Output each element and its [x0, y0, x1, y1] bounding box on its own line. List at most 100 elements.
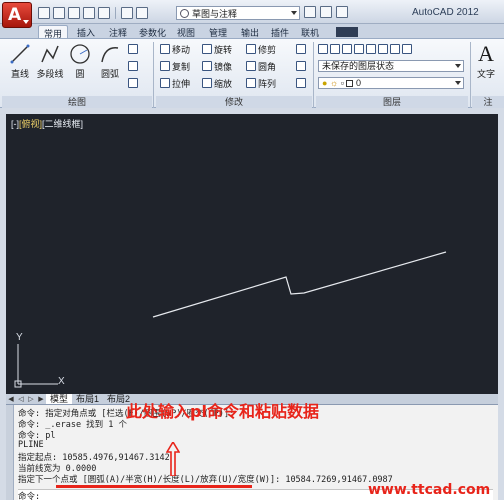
last-tab-arrow-icon[interactable]: ▶: [36, 394, 46, 404]
layer-freeze-icon[interactable]: [354, 44, 364, 54]
line-tool[interactable]: 直线: [6, 42, 34, 80]
chevron-down-icon: [455, 81, 461, 85]
open-file-icon[interactable]: [53, 7, 65, 19]
fillet-tool[interactable]: 圆角: [246, 60, 276, 72]
first-tab-arrow-icon[interactable]: ◀: [6, 394, 16, 404]
array-tool[interactable]: 阵列: [246, 77, 276, 89]
tab-view[interactable]: 视图: [172, 25, 200, 38]
line-tool-label: 直线: [10, 69, 29, 79]
hatch-tool[interactable]: [128, 60, 138, 72]
fillet-icon: [246, 61, 256, 71]
tab-insert[interactable]: 插入: [72, 25, 100, 38]
drawing-area[interactable]: [-][俯视][二维线框] Y X: [6, 114, 498, 394]
scale-label: 缩放: [214, 78, 233, 89]
explode-tool[interactable]: [296, 60, 306, 72]
layer-properties-icon[interactable]: [318, 44, 328, 54]
plot-icon[interactable]: [98, 7, 110, 19]
workspace-select[interactable]: 草图与注释: [176, 6, 300, 20]
layer-color-swatch: [346, 80, 354, 88]
mirror-icon: [202, 61, 212, 71]
arc-tool-label: 圆弧: [100, 69, 119, 79]
layer-properties-icon[interactable]: [304, 6, 316, 18]
save-as-icon[interactable]: [83, 7, 95, 19]
polyline-tool[interactable]: 多段线: [36, 42, 64, 80]
workspace-label: 草图与注释: [192, 8, 238, 19]
erase-icon: [296, 44, 306, 54]
autocad-logo-icon: A: [8, 5, 22, 25]
current-layer-select[interactable]: ● ☼ ▫ 0: [318, 77, 464, 89]
new-file-icon[interactable]: [38, 7, 50, 19]
ribbon-toggle-button[interactable]: [336, 27, 358, 37]
window-title: AutoCAD 2012: [412, 7, 479, 18]
table-icon: [128, 78, 138, 88]
save-icon[interactable]: [68, 7, 80, 19]
array-label: 阵列: [258, 78, 277, 89]
unlock-icon: ▫: [340, 78, 344, 88]
modify-panel-title[interactable]: 修改: [156, 96, 312, 108]
layers-panel-title[interactable]: 图层: [316, 96, 468, 108]
erase-tool[interactable]: [296, 43, 306, 55]
layer-state-value: 未保存的图层状态: [322, 61, 395, 71]
redo-icon[interactable]: [136, 7, 148, 19]
tab-plugins[interactable]: 插件: [266, 25, 294, 38]
tab-layout1[interactable]: 布局1: [72, 394, 103, 404]
layer-match-icon[interactable]: [390, 44, 400, 54]
table-tool[interactable]: [128, 77, 138, 89]
toolbar-separator: [115, 7, 116, 19]
drawing-canvas: [152, 251, 447, 318]
app-menu-button[interactable]: A: [2, 2, 32, 28]
title-extra-buttons: [304, 6, 348, 18]
draw-panel-title[interactable]: 绘图: [2, 96, 152, 108]
command-window-grip[interactable]: [6, 405, 14, 500]
undo-icon[interactable]: [121, 7, 133, 19]
tab-home[interactable]: 常用: [38, 25, 69, 39]
rotate-tool[interactable]: 旋转: [202, 43, 232, 55]
layer-off-icon[interactable]: [366, 44, 376, 54]
scale-tool[interactable]: 缩放: [202, 77, 232, 89]
title-bar: 草图与注释 AutoCAD 2012: [0, 0, 504, 24]
hatch-icon: [128, 61, 138, 71]
copy-tool[interactable]: 复制: [160, 60, 190, 72]
layer-previous-icon[interactable]: [402, 44, 412, 54]
match-properties-icon[interactable]: [320, 6, 332, 18]
text-tool-label: 文字: [476, 69, 495, 79]
tab-annotate[interactable]: 注释: [104, 25, 132, 38]
explode-icon: [296, 61, 306, 71]
ribbon-tabs: 常用 插入 注释 参数化 视图 管理 输出 插件 联机: [0, 24, 504, 39]
annotation-callout: 此处输入pl命令和粘贴数据: [126, 402, 319, 421]
command-prompt: 命令:: [18, 492, 41, 500]
move-tool[interactable]: 移动: [160, 43, 190, 55]
panel-divider: [153, 42, 154, 108]
layer-lock-icon[interactable]: [378, 44, 388, 54]
ucs-x-label: X: [58, 376, 65, 387]
next-tab-arrow-icon[interactable]: ▷: [26, 394, 36, 404]
arc-icon: [101, 47, 119, 63]
stretch-icon: [160, 78, 170, 88]
layer-state-select[interactable]: 未保存的图层状态: [318, 60, 464, 72]
layer-state-icon[interactable]: [330, 44, 340, 54]
circle-tool[interactable]: 圆: [66, 42, 94, 80]
annotation-panel-title[interactable]: 注: [472, 96, 504, 108]
stretch-tool[interactable]: 拉伸: [160, 77, 190, 89]
gear-icon: [180, 8, 189, 18]
tab-output[interactable]: 输出: [236, 25, 264, 38]
trim-tool[interactable]: 修剪: [246, 43, 276, 55]
text-tool[interactable]: A 文字: [472, 42, 500, 80]
offset-tool[interactable]: [296, 77, 306, 89]
arc-tool[interactable]: 圆弧: [96, 42, 124, 80]
layer-isolate-icon[interactable]: [342, 44, 352, 54]
fillet-label: 圆角: [258, 61, 277, 72]
polyline-entity[interactable]: [152, 251, 447, 318]
tab-model[interactable]: 模型: [46, 394, 73, 404]
offset-icon: [296, 78, 306, 88]
rectangle-tool[interactable]: [128, 43, 138, 55]
tab-manage[interactable]: 管理: [204, 25, 232, 38]
tab-online[interactable]: 联机: [296, 25, 324, 38]
prev-tab-arrow-icon[interactable]: ◁: [16, 394, 26, 404]
lightbulb-icon: ●: [322, 78, 328, 88]
mirror-tool[interactable]: 镜像: [202, 60, 232, 72]
rotate-label: 旋转: [214, 44, 233, 55]
autocad-window: 草图与注释 AutoCAD 2012 A 常用 插入 注释 参数化 视图 管理 …: [0, 0, 504, 500]
tab-parametric[interactable]: 参数化: [134, 25, 171, 38]
paint-icon[interactable]: [336, 6, 348, 18]
